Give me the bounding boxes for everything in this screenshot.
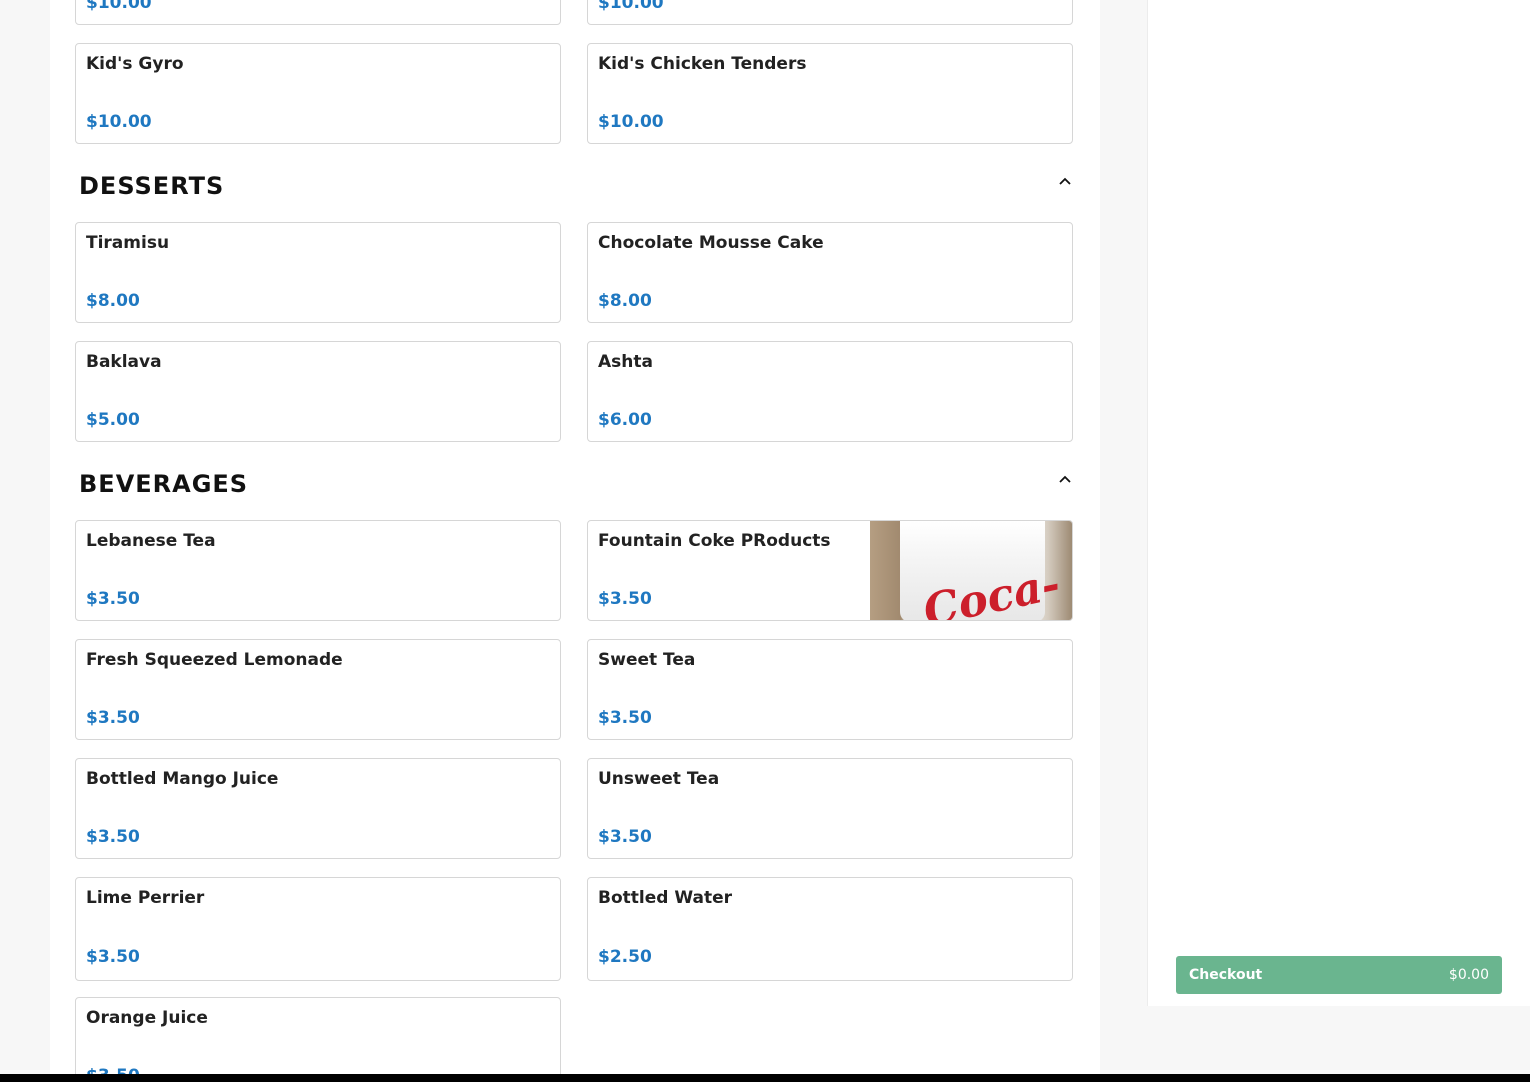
item-price: $10.00 bbox=[598, 0, 664, 13]
menu-item-card[interactable]: $10.00 bbox=[75, 0, 561, 25]
cart-panel bbox=[1147, 0, 1530, 1006]
item-name: Bottled Water bbox=[598, 888, 732, 908]
item-price: $6.00 bbox=[598, 410, 652, 430]
item-price: $8.00 bbox=[598, 291, 652, 311]
item-name: Chocolate Mousse Cake bbox=[598, 233, 824, 253]
item-price: $3.50 bbox=[598, 589, 652, 609]
item-image: Coca-Cola bbox=[870, 521, 1072, 620]
menu-item-card[interactable]: Bottled Water $2.50 bbox=[587, 877, 1073, 981]
item-price: $3.50 bbox=[86, 589, 140, 609]
menu-item-card[interactable]: Ashta $6.00 bbox=[587, 341, 1073, 442]
item-name: Orange Juice bbox=[86, 1008, 208, 1028]
menu-item-card[interactable]: Tiramisu $8.00 bbox=[75, 222, 561, 323]
item-name: Sweet Tea bbox=[598, 650, 696, 670]
item-price: $3.50 bbox=[86, 947, 140, 967]
item-name: Kid's Chicken Tenders bbox=[598, 54, 807, 74]
item-price: $3.50 bbox=[86, 1066, 140, 1074]
menu-item-card[interactable]: Lime Perrier $3.50 bbox=[75, 877, 561, 981]
item-price: $3.50 bbox=[86, 827, 140, 847]
menu-item-card[interactable]: Chocolate Mousse Cake $8.00 bbox=[587, 222, 1073, 323]
chevron-up-icon[interactable] bbox=[1058, 173, 1072, 187]
menu-item-card[interactable]: Sweet Tea $3.50 bbox=[587, 639, 1073, 740]
item-price: $3.50 bbox=[598, 708, 652, 728]
menu-item-card[interactable]: Baklava $5.00 bbox=[75, 341, 561, 442]
item-name: Kid's Gyro bbox=[86, 54, 184, 74]
item-name: Tiramisu bbox=[86, 233, 170, 253]
menu-item-card[interactable]: Unsweet Tea $3.50 bbox=[587, 758, 1073, 859]
item-price: $8.00 bbox=[86, 291, 140, 311]
checkout-total: $0.00 bbox=[1448, 967, 1489, 983]
menu-item-card[interactable]: Lebanese Tea $3.50 bbox=[75, 520, 561, 621]
item-price: $5.00 bbox=[86, 410, 140, 430]
item-price: $2.50 bbox=[598, 947, 652, 967]
checkout-button[interactable]: Checkout $0.00 bbox=[1176, 956, 1502, 994]
item-name: Lime Perrier bbox=[86, 888, 205, 908]
chevron-up-icon[interactable] bbox=[1058, 471, 1072, 485]
item-name: Baklava bbox=[86, 352, 162, 372]
menu-item-card[interactable]: Orange Juice $3.50 bbox=[75, 997, 561, 1074]
item-price: $10.00 bbox=[86, 0, 152, 13]
menu-item-card[interactable]: Kid's Gyro $10.00 bbox=[75, 43, 561, 144]
item-price: $3.50 bbox=[86, 708, 140, 728]
item-name: Fountain Coke PRoducts bbox=[598, 531, 831, 551]
menu-panel: $10.00 $10.00 Kid's Gyro $10.00 Kid's Ch… bbox=[50, 0, 1100, 1074]
item-name: Ashta bbox=[598, 352, 653, 372]
item-price: $3.50 bbox=[598, 827, 652, 847]
menu-item-card[interactable]: Fresh Squeezed Lemonade $3.50 bbox=[75, 639, 561, 740]
menu-item-card[interactable]: Fountain Coke PRoducts $3.50 Coca-Cola bbox=[587, 520, 1073, 621]
section-title-desserts: DESSERTS bbox=[79, 172, 225, 200]
item-name: Lebanese Tea bbox=[86, 531, 216, 551]
item-name: Fresh Squeezed Lemonade bbox=[86, 650, 343, 670]
item-price: $10.00 bbox=[86, 112, 152, 132]
item-name: Bottled Mango Juice bbox=[86, 769, 279, 789]
menu-item-card[interactable]: Kid's Chicken Tenders $10.00 bbox=[587, 43, 1073, 144]
menu-item-card[interactable]: Bottled Mango Juice $3.50 bbox=[75, 758, 561, 859]
menu-item-card[interactable]: $10.00 bbox=[587, 0, 1073, 25]
section-title-beverages: BEVERAGES bbox=[79, 470, 249, 498]
bottom-bar bbox=[0, 1074, 1530, 1082]
item-name: Unsweet Tea bbox=[598, 769, 720, 789]
checkout-label: Checkout bbox=[1189, 967, 1263, 983]
item-price: $10.00 bbox=[598, 112, 664, 132]
